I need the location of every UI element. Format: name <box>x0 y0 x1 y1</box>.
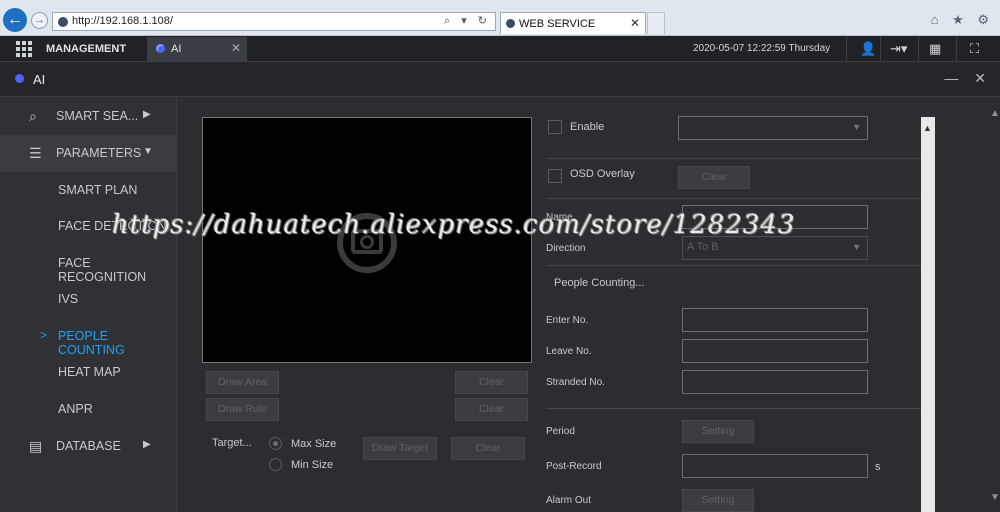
sidebar-item-label: HEAT MAP <box>58 365 121 379</box>
address-bar[interactable]: http://192.168.1.108/ ⌕ ▾ ↻ <box>52 12 496 31</box>
window-controls-icon[interactable]: — ✕ <box>944 70 992 87</box>
min-size-radio[interactable] <box>269 458 282 471</box>
back-button[interactable]: ← <box>3 8 27 32</box>
sidebar-item-label: SMART SEA... <box>56 109 139 123</box>
sidebar-item-face-recognition[interactable]: FACE RECOGNITION <box>0 245 177 284</box>
chevron-down-icon: ▼ <box>852 242 861 252</box>
enter-no-label: Enter No. <box>546 315 589 326</box>
sidebar-item-anpr[interactable]: ANPR <box>0 391 177 428</box>
address-controls-icon[interactable]: ⌕ ▾ ↻ <box>444 14 491 28</box>
osd-clear-button[interactable]: Clear <box>678 166 750 189</box>
panel-header: AI — ✕ <box>0 62 1000 97</box>
clear-area-button[interactable]: Clear <box>455 371 528 394</box>
expand-arrow-icon: ▶ <box>143 439 151 450</box>
url-text: http://192.168.1.108/ <box>72 15 173 27</box>
tab-close-icon[interactable]: ✕ <box>630 16 640 30</box>
sidebar-item-smart-plan[interactable]: SMART PLAN <box>0 172 177 209</box>
sidebar-item-ivs[interactable]: IVS <box>0 281 177 318</box>
page-scroll-down-icon[interactable]: ▼ <box>990 492 1000 503</box>
draw-target-button[interactable]: Draw Target <box>363 437 437 460</box>
tab-title: WEB SERVICE <box>519 18 596 30</box>
database-icon: ▤ <box>29 438 43 454</box>
sidebar-item-label: PARAMETERS <box>56 146 142 160</box>
forward-button[interactable]: → <box>31 12 48 29</box>
sidebar-item-label: PEOPLE COUNTING <box>58 329 125 357</box>
active-chevron-icon: > <box>40 328 48 342</box>
smart-search-icon: ⌕ <box>29 108 37 124</box>
list-icon: ☰ <box>29 145 42 161</box>
browser-home-fav-settings-icons[interactable]: ⌂ ★ ⚙ <box>931 12 994 28</box>
tab-ai[interactable]: AI ✕ <box>147 37 247 61</box>
stranded-no-label: Stranded No. <box>546 377 605 388</box>
period-label: Period <box>546 426 575 437</box>
ai-panel-icon <box>15 74 24 83</box>
system-datetime: 2020-05-07 12:22:59 Thursday <box>693 43 831 54</box>
enter-no-input[interactable] <box>682 308 868 332</box>
post-record-input[interactable] <box>682 454 868 478</box>
clear-target-button[interactable]: Clear <box>451 437 525 460</box>
sidebar-item-label: ANPR <box>58 402 93 416</box>
enable-checkbox[interactable] <box>548 120 562 134</box>
stranded-no-input[interactable] <box>682 370 868 394</box>
new-tab-button[interactable] <box>647 12 665 34</box>
sidebar-item-label: IVS <box>58 292 79 306</box>
target-label: Target... <box>212 437 252 449</box>
qr-code-icon[interactable]: ▦ <box>929 41 941 57</box>
panel-title: AI <box>33 72 46 87</box>
sidebar-item-database[interactable]: ▤ DATABASE ▶ <box>0 428 177 465</box>
ai-icon <box>156 44 165 53</box>
expand-arrow-icon: ▶ <box>143 109 151 120</box>
people-counting-form: Enable ▼ OSD Overlay Clear Name Directio… <box>546 108 922 512</box>
post-record-unit: s <box>875 461 881 473</box>
management-menu[interactable]: MANAGEMENT <box>46 43 126 55</box>
sidebar: ⌕ SMART SEA... ▶ ☰ PARAMETERS ▼ SMART PL… <box>0 98 177 512</box>
browser-toolbar: ← → http://192.168.1.108/ ⌕ ▾ ↻ WEB SERV… <box>0 0 1000 36</box>
browser-tab-web-service[interactable]: WEB SERVICE ✕ <box>500 12 646 34</box>
chevron-down-icon: ▼ <box>852 122 861 132</box>
sidebar-item-label: DATABASE <box>56 439 121 453</box>
site-favicon-icon <box>58 17 68 27</box>
sidebar-item-heat-map[interactable]: HEAT MAP <box>0 354 177 391</box>
enable-label: Enable <box>570 121 605 133</box>
watermark-text: https://dahuatech.aliexpress.com/store/1… <box>112 210 796 240</box>
tab-favicon-icon <box>506 19 515 28</box>
draw-rule-button[interactable]: Draw Rule <box>206 398 279 421</box>
post-record-label: Post-Record <box>546 461 602 472</box>
scroll-up-icon[interactable]: ▲ <box>923 123 932 133</box>
user-icon[interactable]: 👤 <box>860 41 876 57</box>
page-scroll-up-icon[interactable]: ▲ <box>990 108 1000 119</box>
max-size-radio[interactable] <box>269 437 282 450</box>
direction-value: A To B <box>687 241 719 253</box>
video-preview[interactable] <box>202 117 532 363</box>
enable-select[interactable]: ▼ <box>678 116 868 140</box>
sidebar-item-parameters[interactable]: ☰ PARAMETERS ▼ <box>0 135 177 172</box>
fullscreen-icon[interactable]: ⛶ <box>970 41 979 57</box>
people-counting-section-label: People Counting... <box>554 277 645 289</box>
min-size-label: Min Size <box>291 459 334 471</box>
main-menu-grid-icon[interactable] <box>16 41 32 57</box>
leave-no-input[interactable] <box>682 339 868 363</box>
ai-tab-close-icon[interactable]: ✕ <box>231 41 241 55</box>
form-scrollbar[interactable]: ▲ <box>921 117 935 512</box>
osd-overlay-checkbox[interactable] <box>548 169 562 183</box>
period-setting-button[interactable]: Setting <box>682 420 754 443</box>
clear-rule-button[interactable]: Clear <box>455 398 528 421</box>
sidebar-item-label: FACE RECOGNITION <box>58 256 147 284</box>
max-size-label: Max Size <box>291 438 337 450</box>
alarm-out-setting-button[interactable]: Setting <box>682 489 754 512</box>
logout-icon[interactable]: ⇥▾ <box>890 41 907 57</box>
osd-overlay-label: OSD Overlay <box>570 168 635 180</box>
leave-no-label: Leave No. <box>546 346 592 357</box>
draw-area-button[interactable]: Draw Area <box>206 371 279 394</box>
ai-tab-label: AI <box>171 43 182 55</box>
sidebar-item-label: SMART PLAN <box>58 183 138 197</box>
direction-label: Direction <box>546 243 586 254</box>
sidebar-item-smart-search[interactable]: ⌕ SMART SEA... ▶ <box>0 98 177 135</box>
app-top-bar: MANAGEMENT AI ✕ 2020-05-07 12:22:59 Thur… <box>0 36 1000 62</box>
sidebar-item-people-counting[interactable]: > PEOPLE COUNTING <box>0 318 177 357</box>
collapse-arrow-icon: ▼ <box>143 146 153 157</box>
alarm-out-label: Alarm Out <box>546 495 592 506</box>
